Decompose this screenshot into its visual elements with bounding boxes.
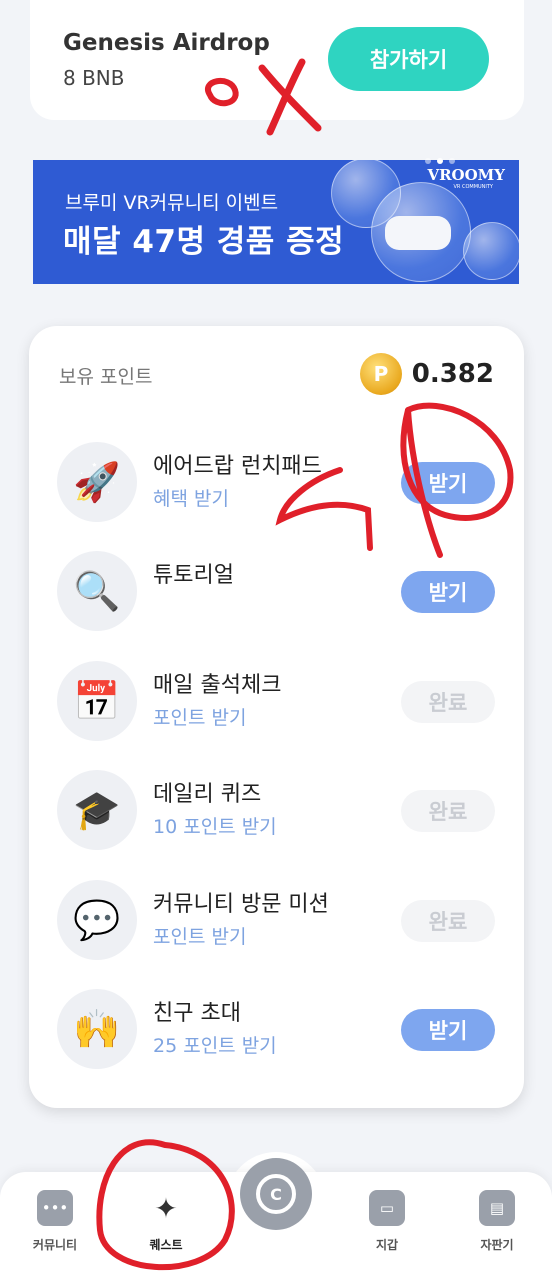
task-name: 매일 출석체크 [153,673,282,698]
rocket-icon: 🚀 [57,442,137,522]
receive-button[interactable]: 받기 [401,571,495,613]
task-subtitle[interactable]: 포인트 받기 [153,703,246,730]
task-subtitle[interactable]: 포인트 받기 [153,922,246,949]
receive-button[interactable]: 받기 [401,1009,495,1051]
calendar-icon: 📅 [57,661,137,741]
points-value: 0.382 [411,359,494,389]
pagination-dot-active[interactable] [437,158,443,164]
task-name: 커뮤니티 방문 미션 [153,892,329,917]
points-label: 보유 포인트 [59,366,153,388]
done-button: 완료 [401,681,495,723]
airdrop-card: Genesis Airdrop 8 BNB 참가하기 [30,0,524,120]
nav-center-coin-button[interactable]: C [240,1158,312,1230]
magnifier-icon: 🔍 [57,551,137,631]
point-coin-icon: P [360,353,402,395]
task-item: 🙌 친구 초대 25 포인트 받기 받기 [29,979,524,1079]
nav-community[interactable]: ••• 커뮤니티 [15,1190,95,1253]
task-item: 💬 커뮤니티 방문 미션 포인트 받기 완료 [29,870,524,970]
wallet-icon: ▭ [369,1190,405,1226]
task-item: 🚀 에어드랍 런치패드 혜택 받기 받기 [29,432,524,532]
nav-label: 지갑 [375,1238,399,1252]
pagination-dot[interactable] [425,158,431,164]
coin-icon: C [256,1174,296,1214]
handshake-icon: 🙌 [57,989,137,1069]
banner-pagination [425,158,455,164]
task-name: 에어드랍 런치패드 [153,454,322,479]
nav-vending[interactable]: ▤ 자판기 [457,1190,537,1253]
banner-headline: 매달 47명 경품 증정 [63,224,345,260]
pagination-dot[interactable] [449,158,455,164]
event-banner[interactable]: 브루미 VR커뮤니티 이벤트 매달 47명 경품 증정 VROOMY VR CO… [33,160,519,284]
bubble-decoration [463,222,519,280]
done-button: 완료 [401,790,495,832]
banner-brand-sub: VR COMMUNITY [453,184,493,190]
task-item: 📅 매일 출석체크 포인트 받기 완료 [29,651,524,751]
task-name: 튜토리얼 [153,563,234,588]
nav-wallet[interactable]: ▭ 지갑 [347,1190,427,1253]
join-button[interactable]: 참가하기 [328,27,489,91]
vr-headset-icon [385,216,451,250]
nav-quest[interactable]: ✦ 퀘스트 [126,1190,206,1253]
task-subtitle[interactable]: 혜택 받기 [153,484,229,511]
vending-machine-icon: ▤ [479,1190,515,1226]
task-name: 친구 초대 [153,1001,241,1026]
task-name: 데일리 퀴즈 [153,782,262,807]
points-card: 보유 포인트 P 0.382 🚀 에어드랍 런치패드 혜택 받기 받기 🔍 튜토… [29,326,524,1108]
banner-subtitle: 브루미 VR커뮤니티 이벤트 [65,192,279,214]
speech-bubble-icon: ••• [37,1190,73,1226]
magic-wand-icon: ✦ [154,1191,178,1225]
task-item: 🎓 데일리 퀴즈 10 포인트 받기 완료 [29,760,524,860]
banner-brand: VROOMY [427,166,505,184]
airdrop-title: Genesis Airdrop [63,30,270,56]
chat-bubble-icon: 💬 [57,880,137,960]
graduation-cap-icon: 🎓 [57,770,137,850]
nav-label: 퀘스트 [149,1238,183,1252]
task-subtitle[interactable]: 10 포인트 받기 [153,812,277,839]
task-subtitle[interactable]: 25 포인트 받기 [153,1031,277,1058]
nav-label: 커뮤니티 [32,1238,78,1252]
done-button: 완료 [401,900,495,942]
task-item: 🔍 튜토리얼 받기 [29,541,524,641]
nav-label: 자판기 [480,1238,514,1252]
receive-button[interactable]: 받기 [401,462,495,504]
airdrop-amount: 8 BNB [63,66,125,90]
